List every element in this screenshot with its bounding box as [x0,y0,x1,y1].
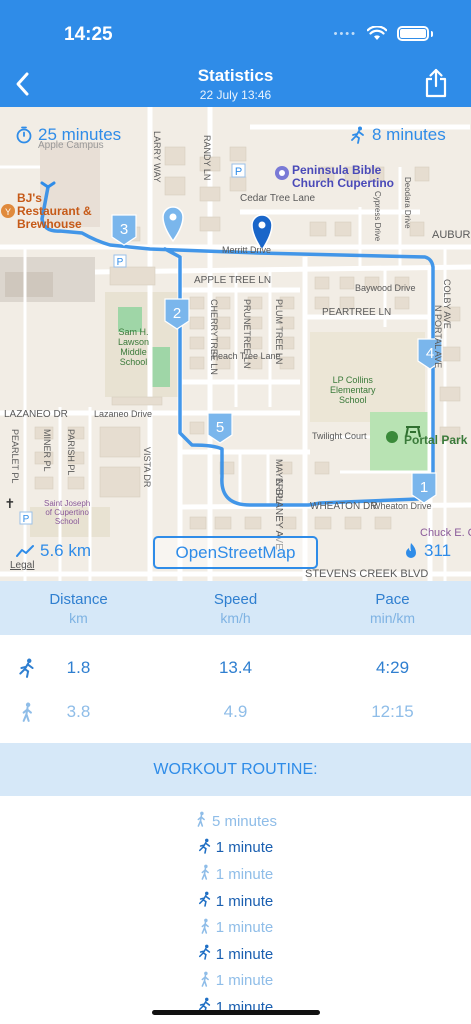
street-label: PEARTREE LN [322,307,392,318]
poi-restaurant: BJ's Restaurant & Brewhouse [17,191,92,231]
street-label: PRUNETREE LN [242,299,252,369]
street-label: COLBY AVE [442,279,452,329]
col-distance: Distance km [49,591,108,626]
svg-text:P: P [23,514,30,525]
street-label: RANDY LN [202,135,212,181]
list-item: 1 minute [0,888,471,915]
list-item: 1 minute [0,994,471,1021]
route-map[interactable]: 1 2 3 4 5 Y P P P ✝ Cedar Tree Lane Merr… [0,107,471,581]
poi-portal-park: Portal Park [404,433,468,447]
table-row: 3.8 4.9 12:15 [0,690,471,734]
col-speed: Speed km/h [213,591,258,626]
signal-dots-icon: •••• [333,27,357,40]
status-icons: •••• [334,26,433,41]
walking-icon [22,702,32,722]
svg-text:P: P [117,257,124,268]
col-pace: Pace min/km [369,591,416,626]
poi-church: Peninsula Bible Church Cupertino [292,163,394,190]
street-label: PEARLET PL [10,429,20,484]
walk-time-readout: 8 minutes [350,125,446,145]
street-label: APPLE TREE LN [194,275,272,286]
street-label: AUBURN [432,229,471,241]
waypoint-1: 1 [420,479,428,496]
table-row: 1.8 13.4 4:29 [0,646,471,690]
street-label: N PORTAL AVE [433,305,443,369]
svg-text:P: P [235,166,242,178]
wifi-icon [367,26,387,40]
routine-title: WORKOUT ROUTINE: [0,743,471,796]
walking-icon [194,811,208,831]
running-icon [198,838,212,858]
walking-icon [198,918,212,938]
walk-speed: 4.9 [223,702,248,721]
list-item: 1 minute [0,941,471,968]
flame-icon [406,543,416,558]
street-label: PLUM TREE LN [274,299,284,365]
street-label: PARISH PL [66,429,76,476]
street-label: Cedar Tree Lane [240,193,316,204]
street-label: VISTA DR [142,447,152,488]
routine-list: 5 minutes 1 minute 1 minute 1 minute 1 minut… [0,808,471,1021]
waypoint-2: 2 [173,305,181,322]
stopwatch-icon [16,126,32,144]
poi-elementary-school: LP Collins Elementary School [330,375,376,405]
waypoint-5: 5 [216,419,224,436]
street-label: MAYER PL [274,459,284,504]
page-title: Statistics [197,66,274,85]
walk-pace: 12:15 [371,702,414,721]
list-item: 5 minutes [0,808,471,835]
svg-text:✝: ✝ [5,496,16,511]
run-pace: 4:29 [375,658,410,677]
openstreetmap-button[interactable]: OpenStreetMap [153,536,318,569]
walking-icon [198,971,212,991]
running-icon [19,658,34,678]
street-label: Baywood Drive [355,283,416,293]
duration-readout: 25 minutes [16,125,121,145]
page-subtitle: 22 July 13:46 [199,88,272,102]
poi-chuck: Chuck E. Ch [420,527,471,539]
battery-icon [397,26,429,41]
trend-line-icon [16,545,34,557]
walking-icon [198,864,212,884]
list-item: 1 minute [0,914,471,941]
street-label: Merritt Drive [222,245,271,255]
street-label: LARRY WAY [152,131,162,183]
share-icon[interactable] [423,68,449,98]
street-label: MINER PL [42,429,52,472]
list-item: 1 minute [0,835,471,862]
run-speed: 13.4 [218,658,253,677]
street-label: Cypress Drive [373,191,382,242]
poi-st-joseph: Saint Joseph of Cupertino School [44,499,91,526]
street-label: Lazaneo Drive [94,409,153,419]
waypoint-3: 3 [120,221,128,238]
status-time: 14:25 [64,24,113,45]
running-icon [198,891,212,911]
street-label: Deodara Drive [403,177,412,229]
nav-header: 14:25 •••• Statistics 22 July 13:46 [0,0,471,107]
stats-header: Distance km Speed km/h Pace min/km [0,581,471,635]
street-label: LAZANEO DR [4,409,68,420]
distance-readout: 5.6 km [16,541,91,561]
running-icon [351,126,364,144]
svg-text:Y: Y [5,207,11,217]
poi-middle-school: Sam H. Lawson Middle School [118,327,150,367]
home-indicator[interactable] [152,1010,320,1015]
street-label: Wheaton Drive [372,501,432,511]
street-label: WHEATON DR [310,501,378,512]
running-icon [198,944,212,964]
calories-readout: 311 [404,541,451,561]
legal-link[interactable]: Legal [10,560,34,571]
street-label: Twilight Court [312,431,367,441]
street-label: STEVENS CREEK BLVD [305,568,429,580]
list-item: 1 minute [0,968,471,995]
list-item: 1 minute [0,861,471,888]
street-label: CHERRYTREE LN [209,299,219,375]
